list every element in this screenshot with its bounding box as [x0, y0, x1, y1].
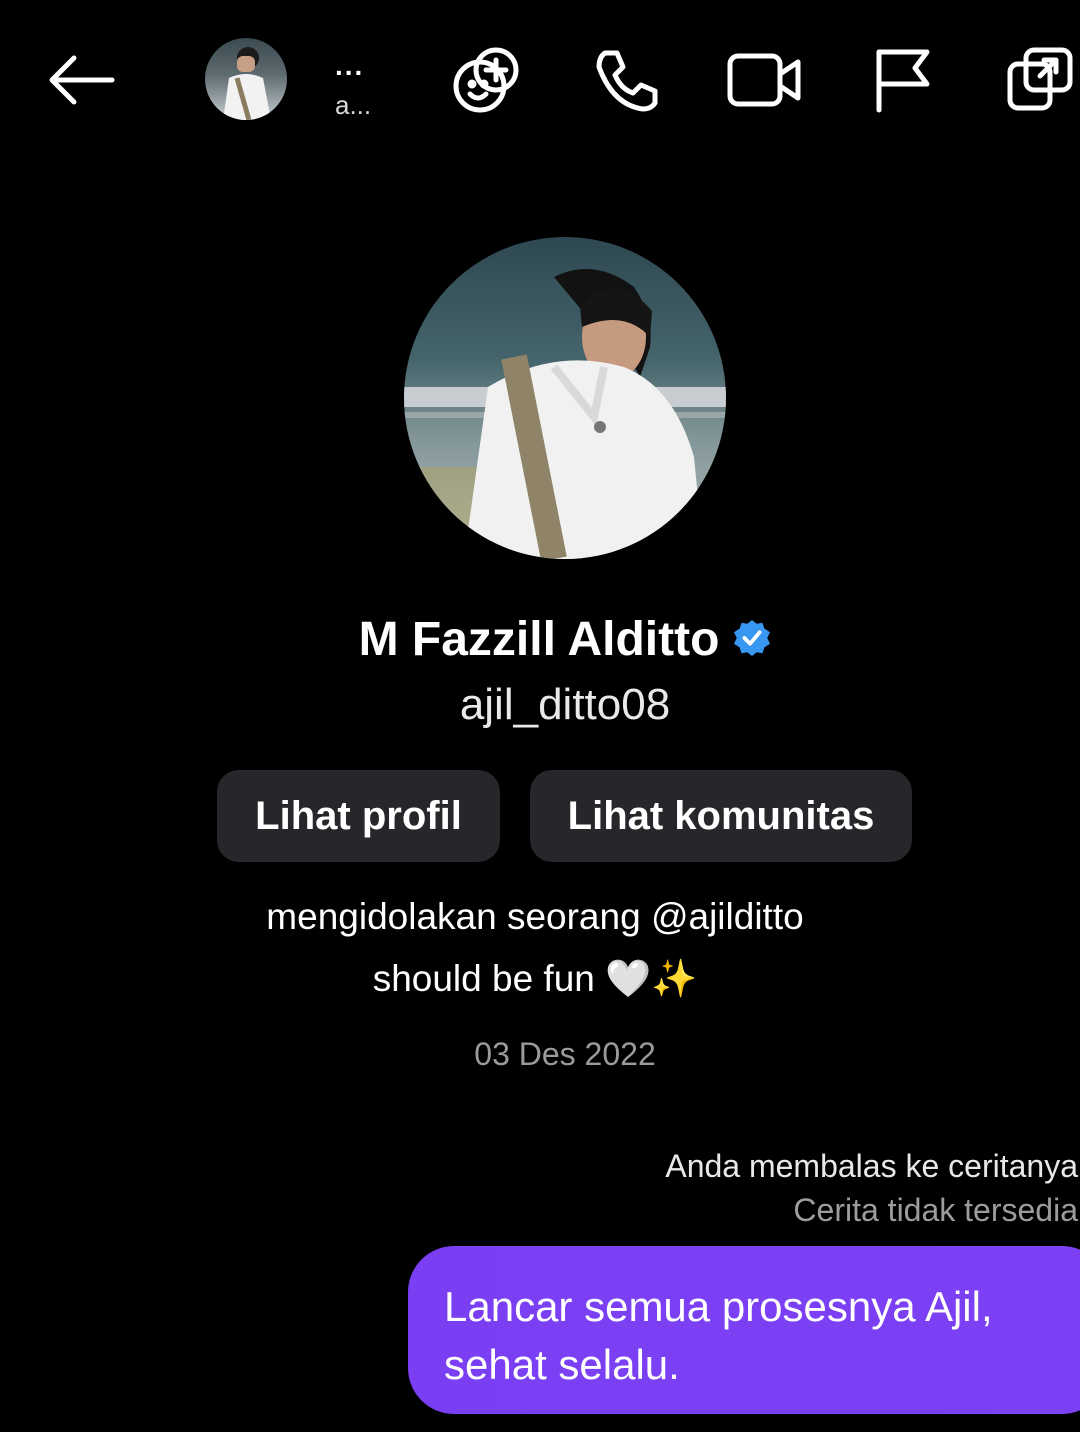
date-label: 03 Des 2022	[474, 1036, 656, 1072]
picture-in-picture-icon	[1007, 47, 1073, 111]
back-arrow-icon	[49, 55, 115, 105]
avatar-photo	[223, 47, 271, 120]
profile-handle: ajil_ditto08	[459, 680, 671, 729]
flag-icon	[876, 49, 930, 113]
profile-photo-image	[404, 269, 726, 559]
voice-call-button[interactable]	[588, 42, 664, 118]
video-camera-icon	[727, 53, 801, 107]
effects-button[interactable]	[448, 42, 524, 118]
phone-icon	[596, 50, 658, 112]
view-community-button[interactable]: Lihat komunitas	[530, 770, 912, 862]
story-unavailable-note: Cerita tidak tersedia	[793, 1192, 1078, 1228]
back-button[interactable]	[40, 42, 120, 118]
story-reply-note: Anda membalas ke ceritanya	[665, 1148, 1078, 1184]
profile-bio-line-1: mengidolakan seorang @ajilditto	[266, 896, 804, 937]
profile-name: M Fazzill Alditto	[358, 613, 720, 666]
view-profile-button[interactable]: Lihat profil	[217, 770, 500, 862]
profile-name-row: M Fazzill Alditto	[0, 612, 1080, 667]
profile-bio-line-2: should be fun 🤍✨	[372, 958, 698, 999]
profile-photo[interactable]	[404, 237, 726, 559]
video-call-button[interactable]	[724, 42, 804, 118]
picture-in-picture-button[interactable]	[1002, 42, 1078, 118]
header-name[interactable]: ...	[335, 50, 364, 82]
add-effect-icon	[453, 47, 519, 113]
message-text-line-1: Lancar semua prosesnya Ajil,	[444, 1283, 993, 1330]
report-button[interactable]	[866, 42, 936, 118]
sent-message-bubble[interactable]: Lancar semua prosesnya Ajil, sehat selal…	[408, 1246, 1080, 1414]
verified-badge-icon	[734, 620, 771, 657]
header-subtitle[interactable]: a...	[335, 90, 371, 121]
message-text-line-2: sehat selalu.	[444, 1341, 680, 1388]
header-avatar[interactable]	[205, 38, 287, 120]
